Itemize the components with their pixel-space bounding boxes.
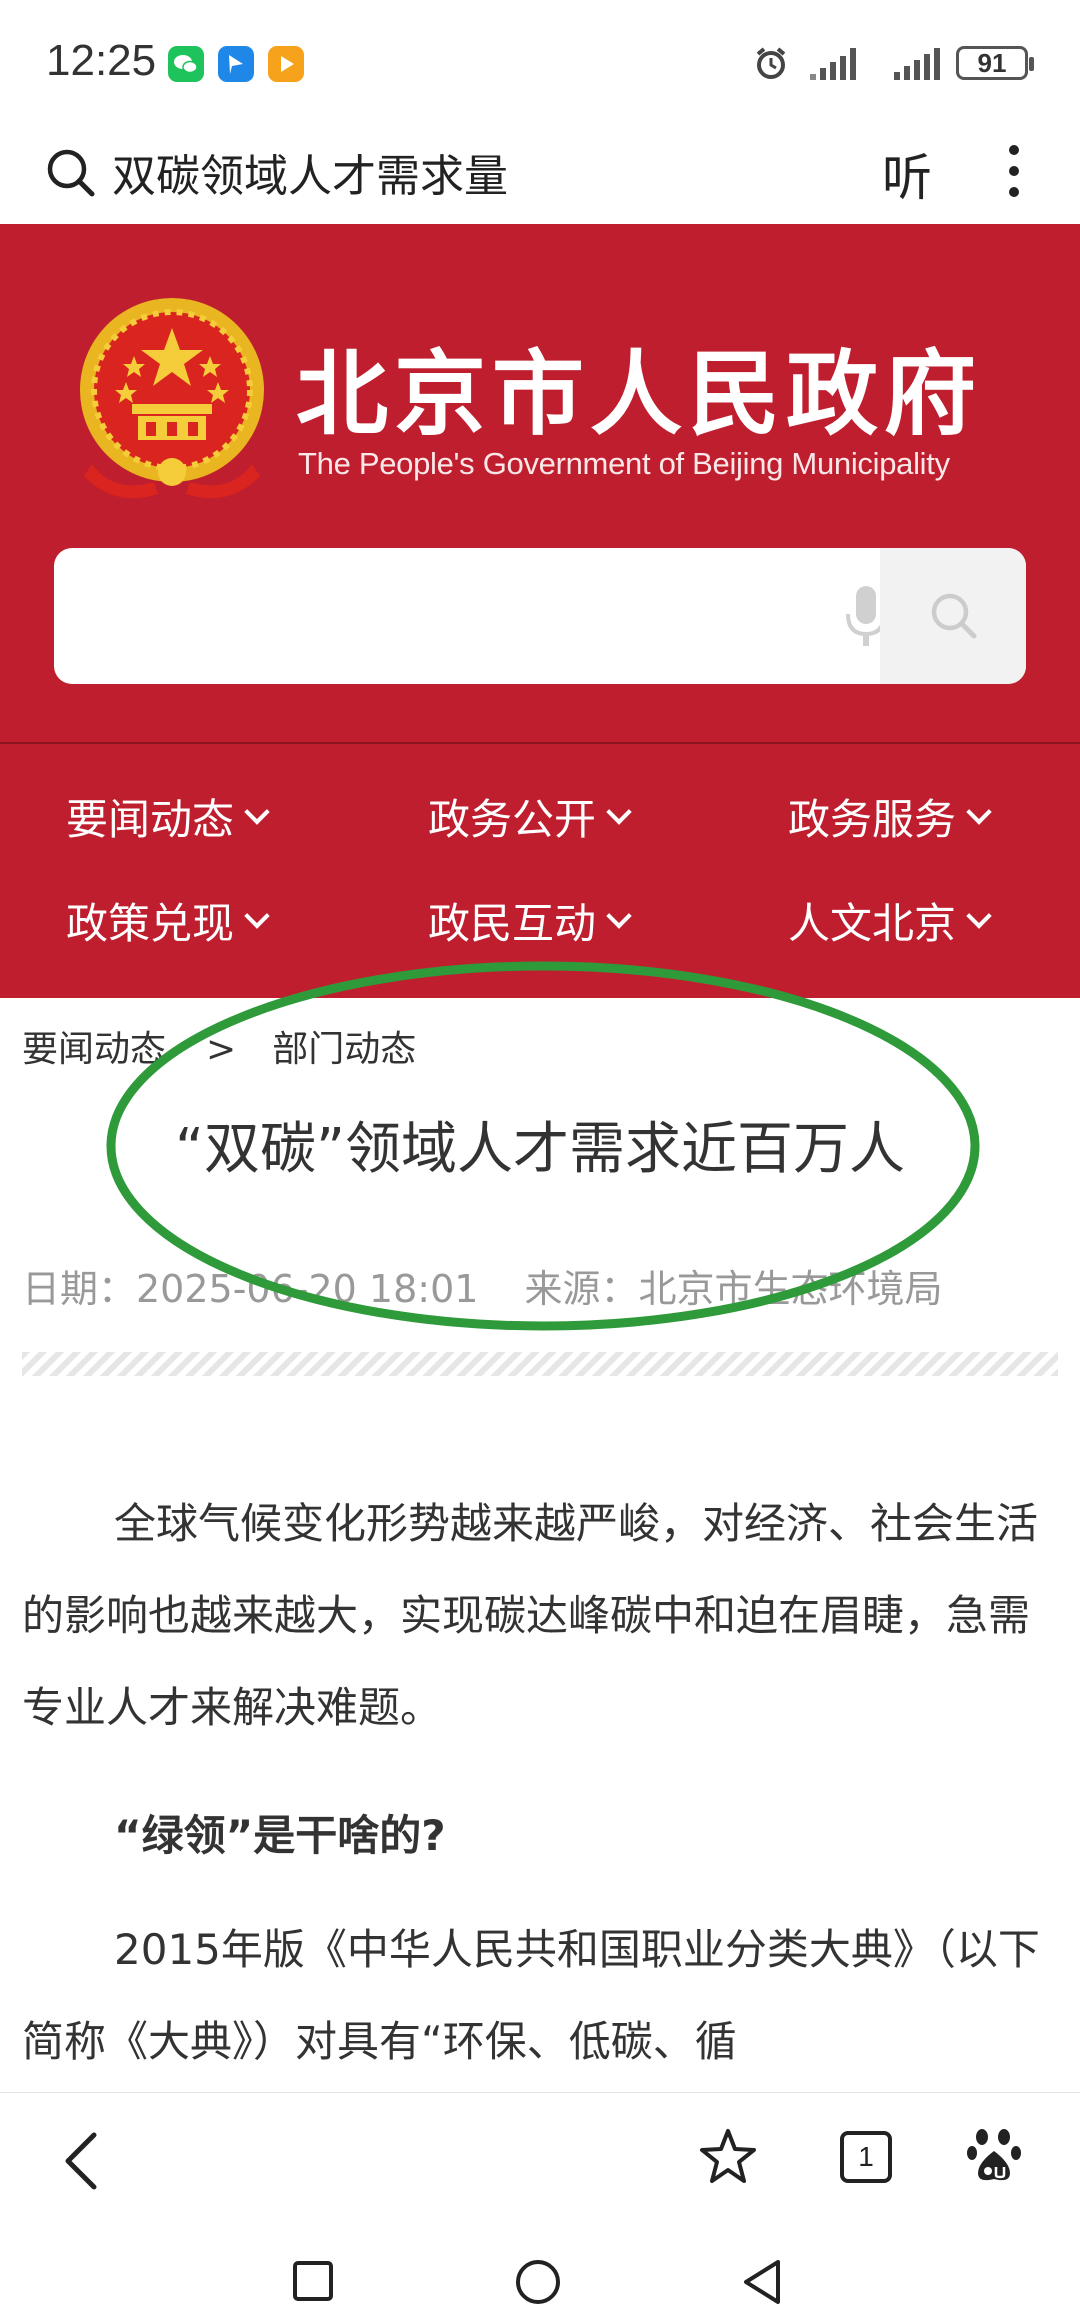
site-search-button[interactable] (880, 548, 1026, 684)
nav-item-label: 政务服务 (788, 795, 957, 844)
baidu-paw-icon[interactable] (966, 2125, 1022, 2185)
signal-icon (894, 48, 940, 80)
wechat-icon (168, 46, 204, 82)
nav-item-open-government[interactable]: 政务公开 (428, 786, 632, 847)
nav-item-label: 人文北京 (788, 899, 957, 948)
article-paragraph: 全球气候变化形势越来越严峻，对经济、社会生活的影响也越来越大，实现碳达峰碳中和迫… (22, 1499, 1039, 1732)
site-subtitle: The People's Government of Beijing Munic… (298, 446, 950, 481)
site-header: 北京市人民政府 The People's Government of Beiji… (0, 224, 1080, 744)
recent-apps-icon[interactable] (292, 2260, 334, 2302)
article-paragraph: 2015年版《中华人民共和国职业分类大典》（以下简称《大典》）对具有“环保、低碳… (22, 1925, 1040, 2066)
alarm-icon (756, 47, 786, 79)
back-arrow-icon[interactable] (60, 2131, 104, 2191)
nav-item-interaction[interactable]: 政民互动 (428, 890, 632, 951)
search-query[interactable]: 双碳领域人才需求量 (112, 140, 508, 204)
battery-level: 91 (977, 48, 1007, 78)
site-name: 北京市人民政府 (296, 341, 983, 448)
chevron-down-icon (244, 798, 270, 825)
nav-item-policy[interactable]: 政策兑现 (66, 890, 270, 951)
browser-top-bar: 双碳领域人才需求量 听 (0, 120, 1080, 224)
nav-item-label: 政民互动 (428, 899, 597, 948)
chevron-down-icon (966, 902, 992, 929)
chevron-down-icon (966, 798, 992, 825)
site-search-input[interactable] (74, 578, 818, 656)
search-icon (931, 593, 977, 639)
star-icon[interactable] (698, 2127, 758, 2187)
nav-item-culture[interactable]: 人文北京 (788, 890, 992, 951)
system-back-icon[interactable] (740, 2258, 784, 2306)
listen-button[interactable]: 听 (882, 138, 932, 210)
status-bar: 12:25 91 (0, 0, 1080, 120)
nav-item-label: 政务公开 (428, 795, 597, 844)
chevron-down-icon (244, 902, 270, 929)
video-app-icon (268, 46, 304, 82)
article-subheading: “绿领”是干啥的? (114, 1811, 446, 1860)
tabs-button[interactable]: 1 (840, 2131, 892, 2183)
browser-bottom-bar: 1 (0, 2092, 1080, 2223)
national-emblem-logo (80, 298, 264, 499)
nav-item-services[interactable]: 政务服务 (788, 786, 992, 847)
nav-item-label: 要闻动态 (66, 795, 235, 844)
site-search-box[interactable] (54, 548, 1026, 684)
system-nav-bar (0, 2222, 1080, 2324)
more-icon[interactable] (1000, 140, 1028, 202)
feishu-icon (218, 46, 254, 82)
home-icon[interactable] (514, 2258, 562, 2306)
search-icon[interactable] (44, 146, 98, 200)
status-time: 12:25 (46, 36, 157, 85)
battery-indicator: 91 (956, 46, 1034, 80)
highlight-circle-annotation (106, 961, 980, 1331)
signal-icon (810, 48, 856, 80)
chevron-down-icon (606, 902, 632, 929)
chevron-down-icon (606, 798, 632, 825)
hatched-divider (22, 1352, 1058, 1376)
nav-item-news[interactable]: 要闻动态 (66, 786, 270, 847)
nav-item-label: 政策兑现 (66, 899, 235, 948)
